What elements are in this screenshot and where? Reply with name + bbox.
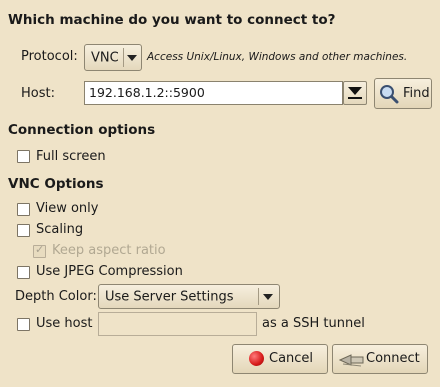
depth-color-select[interactable]: Use Server Settings (98, 284, 280, 309)
ssh-tunnel-label: Use host (36, 316, 93, 331)
depth-color-label: Depth Color: (15, 289, 97, 304)
jpeg-compression-checkbox[interactable] (17, 266, 30, 279)
combo-separator (123, 48, 124, 67)
depth-color-value: Use Server Settings (105, 289, 234, 304)
chevron-down-icon (263, 294, 273, 300)
ssh-tunnel-suffix: as a SSH tunnel (262, 316, 365, 331)
full-screen-checkbox[interactable] (17, 150, 30, 163)
host-input[interactable]: 192.168.1.2::5900 (84, 81, 343, 105)
full-screen-label: Full screen (36, 149, 106, 164)
dropdown-arrow-icon (348, 87, 362, 95)
scaling-label: Scaling (36, 222, 84, 237)
connect-icon (339, 354, 364, 367)
connection-options-heading: Connection options (8, 122, 156, 138)
vnc-options-heading: VNC Options (8, 176, 104, 192)
jpeg-compression-label: Use JPEG Compression (36, 264, 183, 279)
host-input-value: 192.168.1.2::5900 (89, 85, 205, 100)
ssh-tunnel-checkbox[interactable] (17, 318, 30, 331)
chevron-down-icon (127, 55, 137, 61)
connect-button[interactable]: Connect (332, 344, 428, 374)
combo-separator (258, 288, 259, 305)
protocol-label: Protocol: (21, 49, 78, 64)
view-only-checkbox[interactable] (17, 203, 30, 216)
host-label: Host: (21, 86, 55, 101)
keep-aspect-checkbox[interactable]: ✓ (33, 243, 46, 258)
dropdown-bar-icon (348, 97, 362, 99)
scaling-checkbox[interactable] (17, 224, 30, 237)
protocol-select[interactable]: VNC (84, 44, 142, 71)
host-history-dropdown[interactable] (343, 81, 367, 105)
find-button-label: Find (403, 86, 430, 101)
cancel-button[interactable]: Cancel (232, 344, 328, 374)
keep-aspect-label: Keep aspect ratio (52, 243, 166, 258)
connect-button-label: Connect (366, 351, 420, 366)
view-only-label: View only (36, 201, 99, 216)
protocol-value: VNC (91, 50, 119, 65)
ssh-host-input[interactable] (98, 312, 257, 336)
checkmark-icon: ✓ (35, 243, 45, 256)
cancel-button-label: Cancel (269, 351, 314, 366)
cancel-icon (249, 351, 264, 366)
find-button[interactable]: Find (374, 78, 432, 109)
protocol-description: Access Unix/Linux, Windows and other mac… (147, 51, 408, 63)
dialog-title: Which machine do you want to connect to? (8, 12, 336, 28)
magnifier-icon (380, 85, 399, 104)
